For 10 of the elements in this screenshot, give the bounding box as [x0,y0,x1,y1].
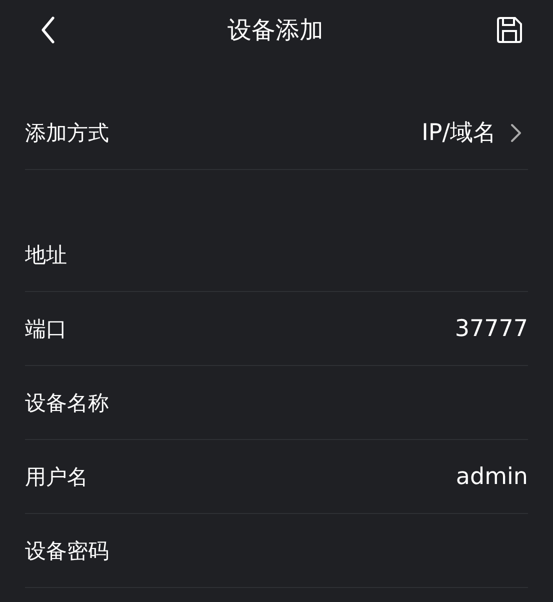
page-title: 设备添加 [228,15,324,46]
form-row[interactable]: 地址 [25,218,528,292]
form-row[interactable]: 端口 37777 [25,292,528,366]
chevron-right-icon[interactable] [510,122,522,142]
save-icon[interactable] [495,16,523,44]
form-row[interactable]: 用户名 admin [25,440,528,514]
back-icon[interactable] [40,16,56,44]
form-row[interactable]: 设备名称 [25,366,528,440]
form-row[interactable]: 添加方式 IP/域名 [25,96,528,170]
form-row[interactable]: 设备密码 [25,514,528,588]
